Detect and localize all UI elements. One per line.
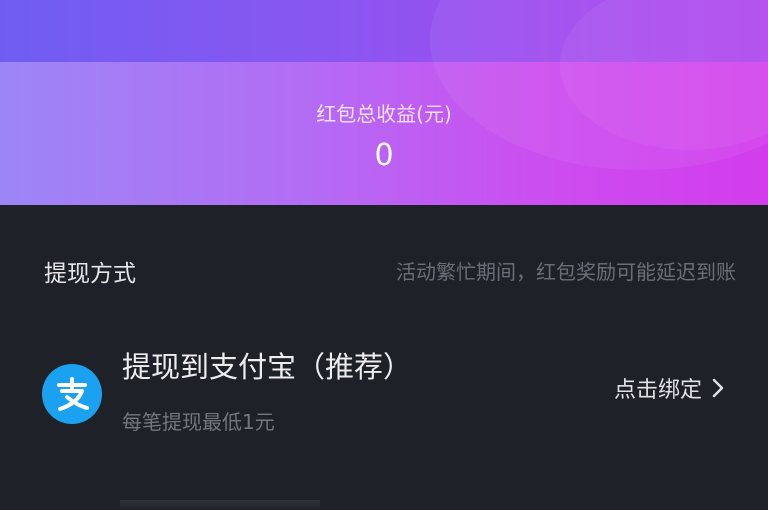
- withdraw-method-title: 提现方式: [44, 261, 136, 287]
- alipay-glyph: [57, 377, 89, 411]
- alipay-option-title: 提现到支付宝（推荐）: [122, 350, 413, 384]
- bind-alipay-label: 点击绑定: [613, 378, 702, 403]
- earnings-header: 红包总收益(元) 0: [0, 0, 768, 205]
- bind-alipay-button[interactable]: 点击绑定: [614, 372, 724, 404]
- delay-notice: 活动繁忙期间，红包奖励可能延迟到账: [396, 260, 736, 284]
- total-earnings-label: 红包总收益(元): [316, 102, 452, 126]
- withdraw-alipay-option[interactable]: 提现到支付宝（推荐） 每笔提现最低1元 点击绑定: [0, 330, 768, 450]
- alipay-icon: [42, 364, 102, 424]
- alipay-minimum-note: 每笔提现最低1元: [122, 410, 275, 434]
- next-option-partial: [120, 500, 320, 510]
- chevron-right-icon: [712, 378, 724, 398]
- total-earnings-value: 0: [374, 138, 394, 173]
